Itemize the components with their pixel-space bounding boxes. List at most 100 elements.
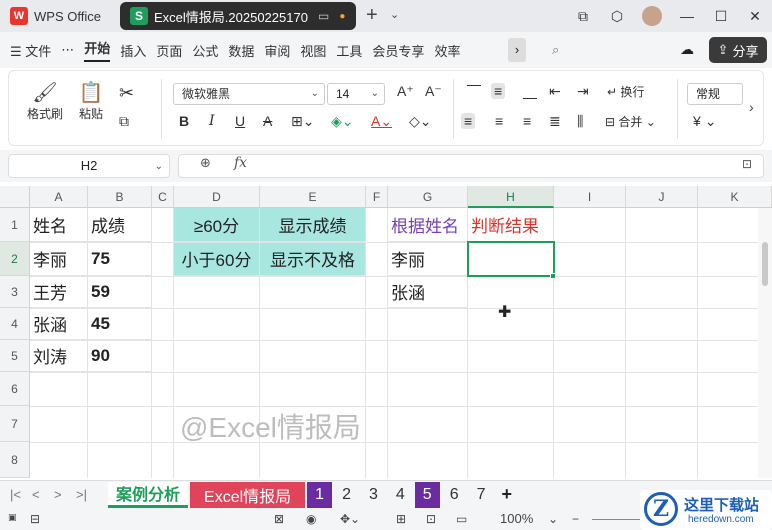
clear-format-icon[interactable]: ◇⌄ — [409, 113, 432, 130]
underline-icon[interactable]: U — [235, 113, 245, 129]
name-box[interactable]: H2 ⌄ — [8, 154, 170, 178]
eye-icon[interactable]: ◉ — [306, 512, 316, 526]
align-top-icon[interactable]: ⎺ — [467, 83, 481, 100]
cell-g3[interactable]: 张涵 — [388, 276, 468, 308]
close-icon[interactable]: ✕ — [738, 8, 772, 25]
align-center-icon[interactable]: ≡ — [495, 113, 503, 129]
strikethrough-icon[interactable]: A — [263, 113, 272, 129]
align-middle-icon[interactable]: ≡ — [491, 83, 506, 99]
menu-home[interactable]: 开始 — [84, 38, 111, 62]
menu-member[interactable]: 会员专享 — [372, 41, 424, 60]
tile-icon[interactable]: ⧉ — [566, 8, 600, 25]
row-header-8[interactable]: 8 — [0, 442, 30, 478]
maximize-icon[interactable]: ☐ — [704, 8, 738, 25]
row-header-4[interactable]: 4 — [0, 308, 30, 340]
menu-more-button[interactable]: ⋯ — [61, 42, 74, 58]
focus-icon[interactable]: ✥⌄ — [340, 512, 360, 526]
menu-review[interactable]: 审阅 — [264, 41, 290, 60]
function-icon[interactable]: fx — [234, 155, 247, 171]
new-tab-plus-icon[interactable]: + — [366, 4, 378, 27]
expand-formula-icon[interactable]: ⊡ — [742, 157, 752, 171]
wrap-text-button[interactable]: ↵ 换行 — [607, 83, 644, 100]
sheet-tab-3[interactable]: 3 — [361, 482, 386, 508]
last-sheet-icon[interactable]: >| — [76, 487, 88, 502]
menu-view[interactable]: 视图 — [300, 41, 326, 60]
avatar[interactable] — [642, 6, 662, 26]
font-name-select[interactable]: 微软雅黑 ⌄ — [173, 83, 325, 105]
menu-data[interactable]: 数据 — [228, 41, 254, 60]
cell-a4[interactable]: 张涵 — [30, 308, 88, 340]
cell-d1[interactable]: ≥60分 — [174, 208, 260, 242]
cell-g2[interactable]: 李丽 — [388, 242, 468, 276]
copy-icon[interactable]: ⧉ — [119, 113, 129, 130]
share-view-icon[interactable]: ⊠ — [274, 512, 284, 526]
decrease-font-icon[interactable]: A⁻ — [425, 83, 442, 100]
macro-icon[interactable]: ▣ — [8, 512, 17, 523]
page-break-icon[interactable]: ▭ — [456, 512, 467, 526]
italic-icon[interactable]: I — [209, 113, 215, 129]
cube-icon[interactable]: ⬡ — [600, 8, 634, 25]
column-header-e[interactable]: E — [260, 186, 366, 208]
sheet-tab-5[interactable]: 5 — [414, 481, 440, 508]
indent-decrease-icon[interactable]: ⇤ — [549, 83, 561, 100]
cut-icon[interactable]: ✂ — [119, 83, 134, 104]
menu-page[interactable]: 页面 — [156, 41, 182, 60]
menu-efficiency[interactable]: 效率 — [434, 41, 460, 60]
paste-button[interactable]: 📋 粘贴 — [71, 81, 111, 122]
row-header-2[interactable]: 2 — [0, 242, 30, 276]
border-icon[interactable]: ⊞⌄ — [291, 113, 314, 130]
cloud-upload-icon[interactable]: ☁ — [680, 41, 694, 58]
column-header-b[interactable]: B — [88, 186, 152, 208]
cell-a2[interactable]: 李丽 — [30, 242, 88, 276]
compat-icon[interactable]: ⊟ — [30, 512, 40, 526]
document-tab[interactable]: S Excel情报局.20250225170 ▭ ● — [120, 2, 356, 30]
fill-color-icon[interactable]: ◈⌄ — [331, 113, 354, 130]
scrollbar-thumb[interactable] — [762, 242, 768, 286]
sheet-tab-excel[interactable]: Excel情报局 — [190, 481, 306, 508]
font-color-icon[interactable]: A⌄ — [371, 113, 392, 130]
first-sheet-icon[interactable]: |< — [10, 487, 22, 502]
monitor-icon[interactable]: ▭ — [318, 9, 329, 23]
column-header-h[interactable]: H — [468, 186, 554, 208]
cell-a3[interactable]: 王芳 — [30, 276, 88, 308]
tab-list-chevron-icon[interactable]: ⌄ — [390, 8, 399, 21]
share-button[interactable]: ⇪ 分享 — [709, 37, 767, 63]
ribbon-expand-icon[interactable]: › — [749, 99, 754, 115]
number-format-select[interactable]: 常规 — [687, 83, 743, 105]
font-size-select[interactable]: 14 ⌄ — [327, 83, 385, 105]
cell-a5[interactable]: 刘涛 — [30, 340, 88, 372]
column-header-j[interactable]: J — [626, 186, 698, 208]
justify-icon[interactable]: ≣ — [549, 113, 561, 130]
select-all-corner[interactable] — [0, 186, 30, 208]
menu-formula[interactable]: 公式 — [192, 41, 218, 60]
next-sheet-icon[interactable]: > — [54, 487, 66, 502]
bold-icon[interactable]: B — [179, 113, 189, 129]
cell-e2[interactable]: 显示不及格 — [260, 242, 366, 276]
menu-tools[interactable]: 工具 — [336, 41, 362, 60]
zoom-out-icon[interactable]: − — [572, 512, 579, 526]
column-header-f[interactable]: F — [366, 186, 388, 208]
prev-sheet-icon[interactable]: < — [32, 487, 44, 502]
menu-insert[interactable]: 插入 — [120, 41, 146, 60]
cell-h1[interactable]: 判断结果 — [468, 208, 554, 242]
sheet-tab-2[interactable]: 2 — [334, 482, 359, 508]
format-painter-button[interactable]: 🖌 格式刷 — [23, 81, 67, 122]
menu-file[interactable]: ☰ 文件 — [10, 41, 51, 60]
row-header-7[interactable]: 7 — [0, 406, 30, 442]
column-header-g[interactable]: G — [388, 186, 468, 208]
distributed-icon[interactable]: ⫼ — [577, 113, 583, 130]
row-header-6[interactable]: 6 — [0, 372, 30, 406]
zoom-search-icon[interactable]: ⊕ — [200, 155, 211, 171]
column-header-a[interactable]: A — [30, 186, 88, 208]
sheet-tab-7[interactable]: 7 — [469, 482, 494, 508]
align-right-icon[interactable]: ≡ — [523, 113, 531, 129]
sheet-tab-6[interactable]: 6 — [442, 482, 467, 508]
column-header-k[interactable]: K — [698, 186, 772, 208]
page-layout-icon[interactable]: ⊡ — [426, 512, 436, 526]
cell-b3[interactable]: 59 — [88, 276, 152, 308]
row-header-3[interactable]: 3 — [0, 276, 30, 308]
cell-g1[interactable]: 根据姓名 — [388, 208, 468, 242]
search-icon[interactable]: ⌕ — [552, 42, 559, 58]
increase-font-icon[interactable]: A⁺ — [397, 83, 414, 100]
sheet-tab-1[interactable]: 1 — [307, 481, 333, 508]
